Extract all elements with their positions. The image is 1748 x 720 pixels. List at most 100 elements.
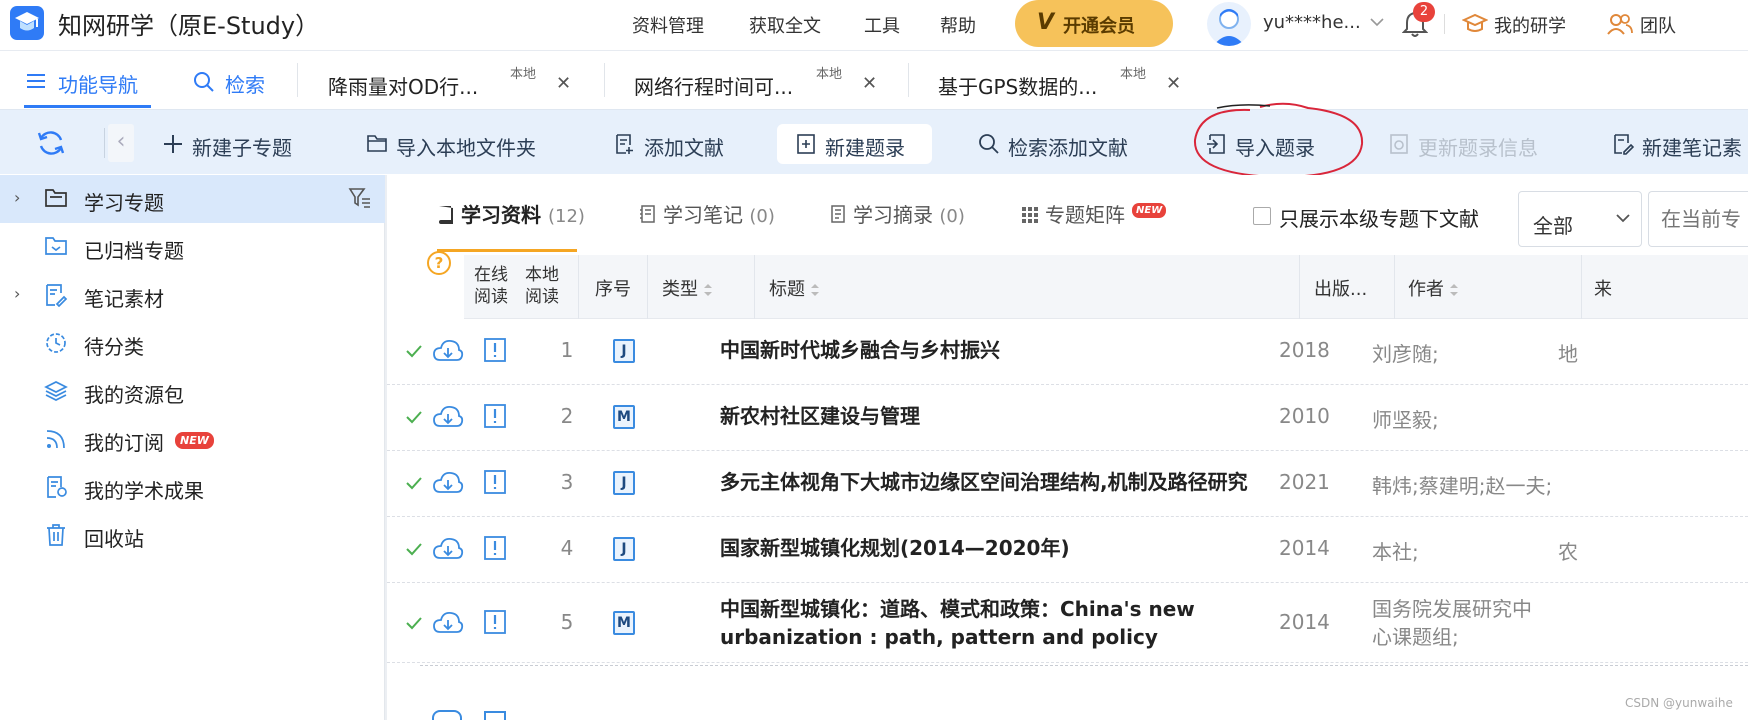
- local-read-icon[interactable]: [483, 535, 507, 561]
- sidebar-item-unclassified[interactable]: 待分类: [0, 319, 385, 367]
- col-title[interactable]: 标题: [755, 255, 1299, 319]
- layers-icon: [44, 381, 68, 401]
- tab-search-label: 检索: [225, 73, 265, 97]
- close-icon[interactable]: ✕: [556, 73, 571, 94]
- title-cell[interactable]: 中国新时代城乡融合与乡村振兴: [720, 336, 1250, 364]
- table-row[interactable]: 5 M 中国新型城镇化：道路、模式和政策：China's new urbaniz…: [387, 583, 1748, 663]
- avatar[interactable]: [1207, 2, 1251, 46]
- refresh-icon[interactable]: [36, 128, 66, 158]
- search-icon: [979, 134, 999, 154]
- new-subtopic-button[interactable]: 新建子专题: [162, 124, 312, 164]
- cloud-read-icon[interactable]: [432, 535, 464, 563]
- chevron-right-icon[interactable]: ›: [14, 284, 20, 303]
- local-read-icon[interactable]: [483, 337, 507, 363]
- sidebar-item-study-topics[interactable]: › 学习专题: [0, 175, 385, 223]
- cloud-read-icon[interactable]: [432, 469, 464, 497]
- new-note-material-button[interactable]: 新建笔记素: [1612, 124, 1748, 164]
- menu-tools[interactable]: 工具: [864, 12, 900, 38]
- local-read-icon[interactable]: [483, 609, 507, 635]
- search-current-topic-input[interactable]: [1648, 191, 1748, 247]
- scope-select[interactable]: 全部: [1518, 191, 1642, 247]
- update-record-info-button[interactable]: 更新题录信息: [1388, 124, 1548, 164]
- tab-topic-matrix[interactable]: 专题矩阵: [1021, 199, 1125, 228]
- cloud-read-icon[interactable]: [432, 710, 462, 720]
- col-author[interactable]: 作者: [1395, 255, 1581, 319]
- sidebar-item-recycle-bin[interactable]: 回收站: [0, 511, 385, 559]
- chevron-down-icon: [1616, 214, 1630, 223]
- col-source[interactable]: 来: [1582, 255, 1748, 319]
- col-online-read: 在线 阅读: [464, 255, 514, 319]
- close-icon[interactable]: ✕: [1166, 73, 1181, 94]
- sidebar-item-label: 笔记素材: [84, 287, 164, 311]
- local-read-icon[interactable]: [483, 469, 507, 495]
- doc-tab-1[interactable]: 降雨量对OD行... 本地 ✕: [298, 51, 604, 109]
- doc-tab-tag: 本地: [816, 67, 843, 82]
- help-icon[interactable]: ?: [427, 251, 451, 275]
- sidebar-item-subscriptions[interactable]: 我的订阅 NEW: [0, 415, 385, 463]
- tab-search[interactable]: 检索: [193, 51, 283, 109]
- local-read-icon[interactable]: [483, 403, 507, 429]
- team-link[interactable]: 团队: [1640, 12, 1676, 38]
- table-row[interactable]: 3 J 多元主体视角下大城市边缘区空间治理结构,机制及路径研究 2021 韩炜;…: [387, 451, 1748, 517]
- sidebar-item-academic-achievements[interactable]: 我的学术成果: [0, 463, 385, 511]
- filter-icon[interactable]: [348, 187, 372, 209]
- tab-label: 学习资料: [461, 203, 541, 227]
- cloud-read-icon[interactable]: [432, 403, 464, 431]
- menu-help[interactable]: 帮助: [940, 12, 976, 38]
- add-literature-button[interactable]: 添加文献: [614, 124, 734, 164]
- chevron-down-icon[interactable]: [1369, 16, 1385, 28]
- folder-icon: [45, 189, 67, 207]
- sort-icon[interactable]: [702, 281, 714, 299]
- sidebar-item-note-materials[interactable]: › 笔记素材: [0, 271, 385, 319]
- sort-icon[interactable]: [1448, 281, 1460, 299]
- import-local-folder-button[interactable]: 导入本地文件夹: [366, 124, 556, 164]
- sidebar-item-archived-topics[interactable]: 已归档专题: [0, 223, 385, 271]
- sidebar: › 学习专题 已归档专题 › 笔记素材 待分类 我的资源包 我的订阅 NEW 我…: [0, 175, 385, 720]
- close-icon[interactable]: ✕: [862, 73, 877, 94]
- tab-function-nav[interactable]: 功能导航: [26, 51, 156, 109]
- chevron-left-icon[interactable]: ‹: [108, 124, 134, 162]
- tab-study-materials[interactable]: 学习资料 (12): [437, 199, 585, 228]
- sidebar-item-label: 我的资源包: [84, 383, 184, 407]
- my-research-link[interactable]: 我的研学: [1494, 12, 1566, 38]
- menu-get-fulltext[interactable]: 获取全文: [749, 12, 821, 38]
- seq-cell: 2: [560, 404, 574, 428]
- col-type[interactable]: 类型: [648, 255, 754, 319]
- table-row[interactable]: 4 J 国家新型城镇化规划(2014—2020年) 2014 本社; 农: [387, 517, 1748, 583]
- doc-tab-3[interactable]: 基于GPS数据的... 本地 ✕: [908, 51, 1212, 109]
- table-row[interactable]: 1 J 中国新时代城乡融合与乡村振兴 2018 刘彦随; 地: [387, 319, 1748, 385]
- local-read-icon[interactable]: [484, 711, 506, 720]
- author-cell: 本社;: [1372, 540, 1419, 564]
- title-cell[interactable]: 国家新型城镇化规划(2014—2020年): [720, 534, 1250, 562]
- check-icon: [406, 617, 422, 630]
- table-row[interactable]: 2 M 新农村社区建设与管理 2010 师坚毅;: [387, 385, 1748, 451]
- tab-study-notes[interactable]: 学习笔记 (0): [639, 199, 775, 228]
- app-logo-icon[interactable]: [10, 6, 44, 40]
- doc-tab-2[interactable]: 网络行程时间可... 本地 ✕: [604, 51, 908, 109]
- sort-icon[interactable]: [809, 281, 821, 299]
- tab-label: 专题矩阵: [1045, 203, 1125, 227]
- vip-label: 开通会员: [1063, 16, 1135, 37]
- search-add-literature-button[interactable]: 检索添加文献: [978, 124, 1138, 164]
- sidebar-item-label: 已归档专题: [84, 239, 184, 263]
- title-cell[interactable]: 中国新型城镇化：道路、模式和政策：China's new urbanizatio…: [720, 595, 1220, 651]
- seq-cell: 5: [560, 610, 574, 634]
- add-document-icon: [616, 134, 633, 154]
- new-subtopic-label: 新建子专题: [192, 136, 292, 160]
- cloud-read-icon[interactable]: [432, 609, 464, 637]
- tab-study-excerpts[interactable]: 学习摘录 (0): [829, 199, 965, 228]
- col-year[interactable]: 出版...: [1300, 255, 1394, 319]
- table-row[interactable]: [387, 665, 1748, 720]
- cloud-read-icon[interactable]: [432, 337, 464, 365]
- vip-button[interactable]: V 开通会员: [1015, 0, 1173, 47]
- year-cell: 2014: [1279, 610, 1330, 634]
- title-cell[interactable]: 多元主体视角下大城市边缘区空间治理结构,机制及路径研究: [720, 468, 1250, 496]
- seq-cell: 1: [560, 338, 574, 362]
- menu-resource-management[interactable]: 资料管理: [632, 12, 704, 38]
- new-record-button[interactable]: 新建题录: [777, 124, 932, 164]
- sidebar-item-resource-packs[interactable]: 我的资源包: [0, 367, 385, 415]
- username[interactable]: yu****he...: [1263, 12, 1361, 33]
- chevron-right-icon[interactable]: ›: [14, 188, 20, 207]
- title-cell[interactable]: 新农村社区建设与管理: [720, 402, 1250, 430]
- current-level-only-checkbox[interactable]: [1253, 207, 1271, 225]
